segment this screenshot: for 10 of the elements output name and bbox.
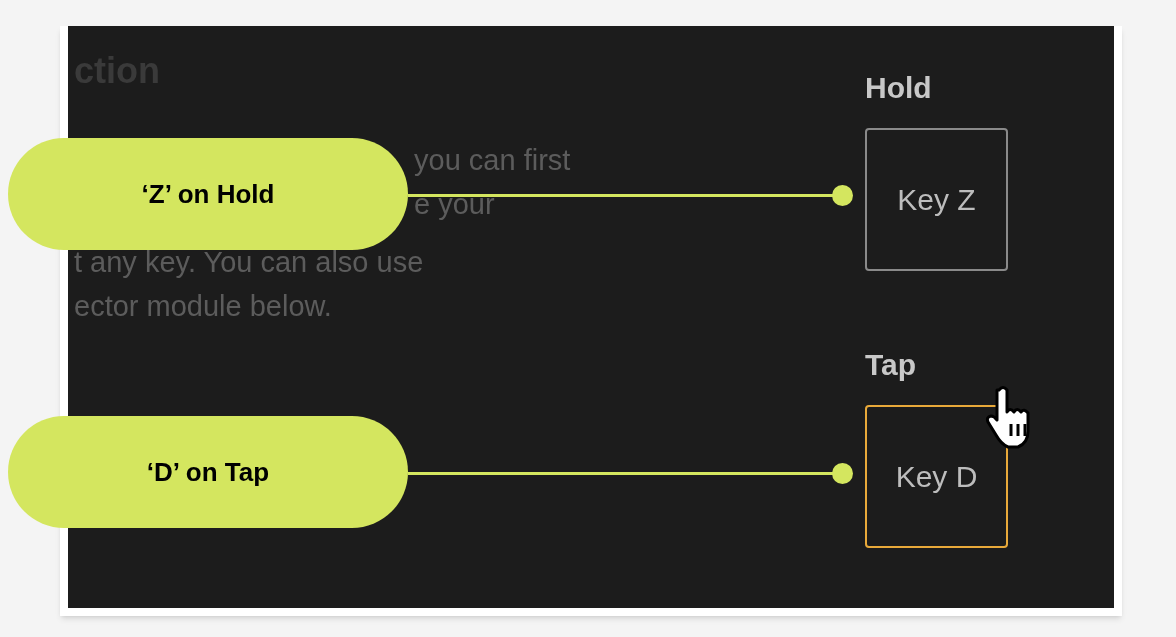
paragraph-line: you can first xyxy=(414,143,571,178)
paragraph-line: t any key. You can also use xyxy=(74,245,424,280)
paragraph-line: ector module below. xyxy=(74,289,332,324)
binding-label: Tap xyxy=(865,347,917,383)
callout-text: ‘Z’ on Hold xyxy=(141,177,275,211)
paragraph-line: e your xyxy=(414,187,495,222)
callout-text: ‘D’ on Tap xyxy=(146,455,270,489)
binding-label: Hold xyxy=(865,70,932,106)
key-binding-button[interactable]: Key Z xyxy=(865,128,1008,271)
key-binding-button[interactable]: Key D xyxy=(865,405,1008,548)
